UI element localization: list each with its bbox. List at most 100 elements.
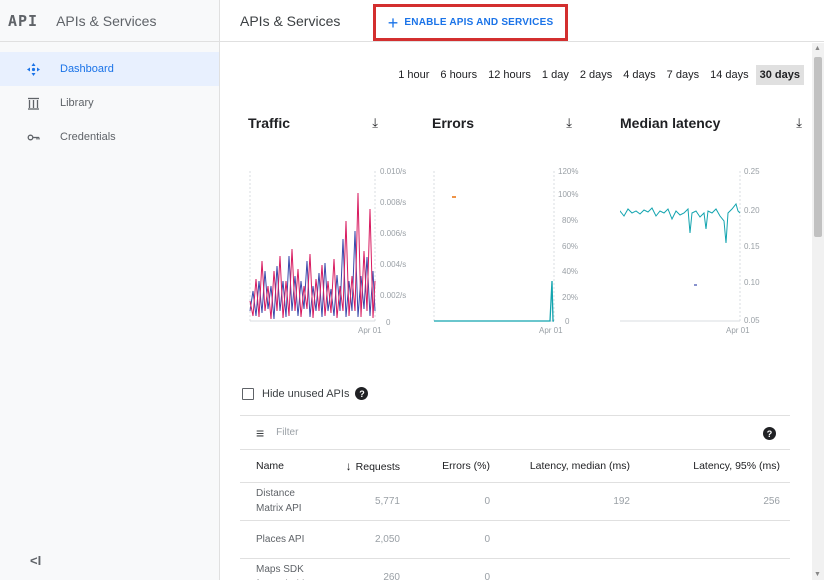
library-icon: [26, 96, 40, 110]
latency-series-teal: [620, 202, 741, 244]
latency-median-cell: [500, 520, 640, 559]
errors-chart: Errors ⤓ 120% 100% 80% 60% 40% 20% 0 Apr…: [432, 115, 592, 335]
errors-plot: 120% 100% 80% 60% 40% 20% 0 Apr 01: [433, 167, 578, 335]
time-range-12-hours[interactable]: 12 hours: [484, 65, 535, 85]
sidebar-header: API APIs & Services: [0, 0, 219, 42]
column-header-requests[interactable]: ↓ Requests: [320, 450, 410, 483]
y-tick: 0: [386, 318, 391, 327]
time-range-1-hour[interactable]: 1 hour: [394, 65, 433, 85]
y-tick: 0.25: [744, 167, 760, 176]
scroll-up-icon[interactable]: ▲: [814, 45, 821, 52]
hide-unused-row: Hide unused APIs ?: [242, 387, 369, 400]
plus-icon: +: [387, 12, 399, 33]
y-tick: 100%: [558, 190, 578, 199]
traffic-chart-title: Traffic: [248, 115, 291, 131]
latency-plot: 0.25 0.20 0.15 0.10 0.05 Apr 01: [620, 167, 760, 335]
hide-unused-checkbox[interactable]: [242, 387, 254, 400]
sidebar-item-credentials[interactable]: Credentials: [0, 120, 219, 154]
sidebar-item-label: Dashboard: [60, 63, 114, 75]
table-row[interactable]: Maps SDK for Android 260 0: [240, 558, 790, 580]
errors-cell: 0: [410, 520, 500, 559]
time-range-2-days[interactable]: 2 days: [576, 65, 616, 85]
traffic-chart: Traffic ⤓ 0.010/s 0.008/s 0.006/s 0.004/…: [248, 115, 408, 335]
time-range-1-day[interactable]: 1 day: [538, 65, 573, 85]
api-table-grid: Name ↓ Requests Errors (%) Latency, media…: [240, 450, 790, 580]
time-range-30-days[interactable]: 30 days: [755, 65, 804, 85]
sidebar-item-dashboard[interactable]: Dashboard: [0, 52, 219, 86]
api-name-cell[interactable]: Maps SDK for Android: [240, 558, 320, 580]
time-range-7-days[interactable]: 7 days: [663, 65, 703, 85]
y-tick: 120%: [558, 167, 578, 176]
latency-95-cell: 256: [640, 482, 790, 521]
enable-apis-label: ENABLE APIS AND SERVICES: [404, 17, 554, 28]
traffic-plot: 0.010/s 0.008/s 0.006/s 0.004/s 0.002/s …: [249, 167, 406, 335]
y-tick: 0.05: [744, 316, 760, 325]
api-logo[interactable]: API: [8, 12, 38, 30]
latency-95-cell: [640, 558, 790, 580]
filter-input[interactable]: Filter: [276, 427, 298, 438]
y-tick: 0.004/s: [380, 260, 406, 269]
latency-median-cell: [500, 558, 640, 580]
sidebar-nav: Dashboard Library Credentials: [0, 52, 219, 154]
column-header-errors[interactable]: Errors (%): [410, 450, 500, 483]
main-content: 1 hour 6 hours 12 hours 1 day 2 days 4 d…: [220, 43, 812, 580]
latency-chart-title: Median latency: [620, 115, 721, 131]
scrollbar[interactable]: ▲ ▼: [812, 43, 824, 580]
help-icon[interactable]: ?: [763, 427, 776, 440]
errors-cell: 0: [410, 558, 500, 580]
dashboard-icon: [26, 62, 40, 76]
column-header-latency-95[interactable]: Latency, 95% (ms): [640, 450, 790, 483]
requests-cell: 2,050: [320, 520, 410, 559]
time-range-4-days[interactable]: 4 days: [619, 65, 659, 85]
scroll-down-icon[interactable]: ▼: [814, 571, 821, 578]
latency-median-cell: 192: [500, 482, 640, 521]
column-header-name[interactable]: Name: [240, 450, 320, 483]
sidebar: API APIs & Services Dashboard Library Cr…: [0, 0, 220, 580]
collapse-sidebar-button[interactable]: <I: [30, 553, 41, 568]
y-tick: 60%: [562, 242, 578, 251]
table-header-row: Name ↓ Requests Errors (%) Latency, media…: [240, 450, 790, 483]
sidebar-item-label: Library: [60, 97, 94, 109]
top-bar: APIs & Services + ENABLE APIS AND SERVIC…: [220, 0, 824, 42]
filter-bar[interactable]: ≡ Filter ?: [240, 416, 790, 450]
api-name-cell[interactable]: Places API: [240, 520, 320, 559]
enable-apis-button[interactable]: + ENABLE APIS AND SERVICES: [373, 4, 568, 41]
y-tick: 0.010/s: [380, 167, 406, 176]
download-icon[interactable]: ⤓: [796, 115, 802, 131]
sidebar-item-library[interactable]: Library: [0, 86, 219, 120]
x-tick: Apr 01: [726, 326, 750, 335]
column-header-latency-median[interactable]: Latency, median (ms): [500, 450, 640, 483]
y-tick: 0: [565, 317, 570, 326]
column-header-requests-label: Requests: [355, 460, 400, 473]
x-tick: Apr 01: [539, 326, 563, 335]
y-tick: 40%: [562, 267, 578, 276]
errors-series-teal: [434, 280, 554, 322]
requests-cell: 260: [320, 558, 410, 580]
api-table: ≡ Filter ? Name ↓ Requests Errors (%) Lat…: [240, 415, 790, 580]
scroll-thumb[interactable]: [814, 57, 822, 237]
sidebar-title[interactable]: APIs & Services: [56, 13, 156, 29]
y-tick: 0.002/s: [380, 291, 406, 300]
sort-down-icon: ↓: [345, 458, 352, 473]
errors-cell: 0: [410, 482, 500, 521]
y-tick: 0.008/s: [380, 198, 406, 207]
download-icon[interactable]: ⤓: [566, 115, 572, 131]
api-name-cell[interactable]: Distance Matrix API: [240, 482, 320, 521]
latency-chart: Median latency ⤓ 0.25 0.20 0.15 0.10 0.0…: [620, 115, 802, 335]
sidebar-item-label: Credentials: [60, 131, 116, 143]
y-tick: 0.20: [744, 206, 760, 215]
filter-icon[interactable]: ≡: [256, 425, 264, 441]
y-tick: 20%: [562, 293, 578, 302]
time-range-6-hours[interactable]: 6 hours: [436, 65, 481, 85]
y-tick: 80%: [562, 216, 578, 225]
time-range-14-days[interactable]: 14 days: [706, 65, 753, 85]
y-tick: 0.006/s: [380, 229, 406, 238]
time-range-selector: 1 hour 6 hours 12 hours 1 day 2 days 4 d…: [391, 65, 804, 85]
table-row[interactable]: Distance Matrix API 5,771 0 192 256: [240, 482, 790, 521]
help-icon[interactable]: ?: [355, 387, 369, 400]
table-row[interactable]: Places API 2,050 0: [240, 520, 790, 559]
y-tick: 0.10: [744, 278, 760, 287]
download-icon[interactable]: ⤓: [372, 115, 378, 131]
x-tick: Apr 01: [358, 326, 382, 335]
y-tick: 0.15: [744, 242, 760, 251]
